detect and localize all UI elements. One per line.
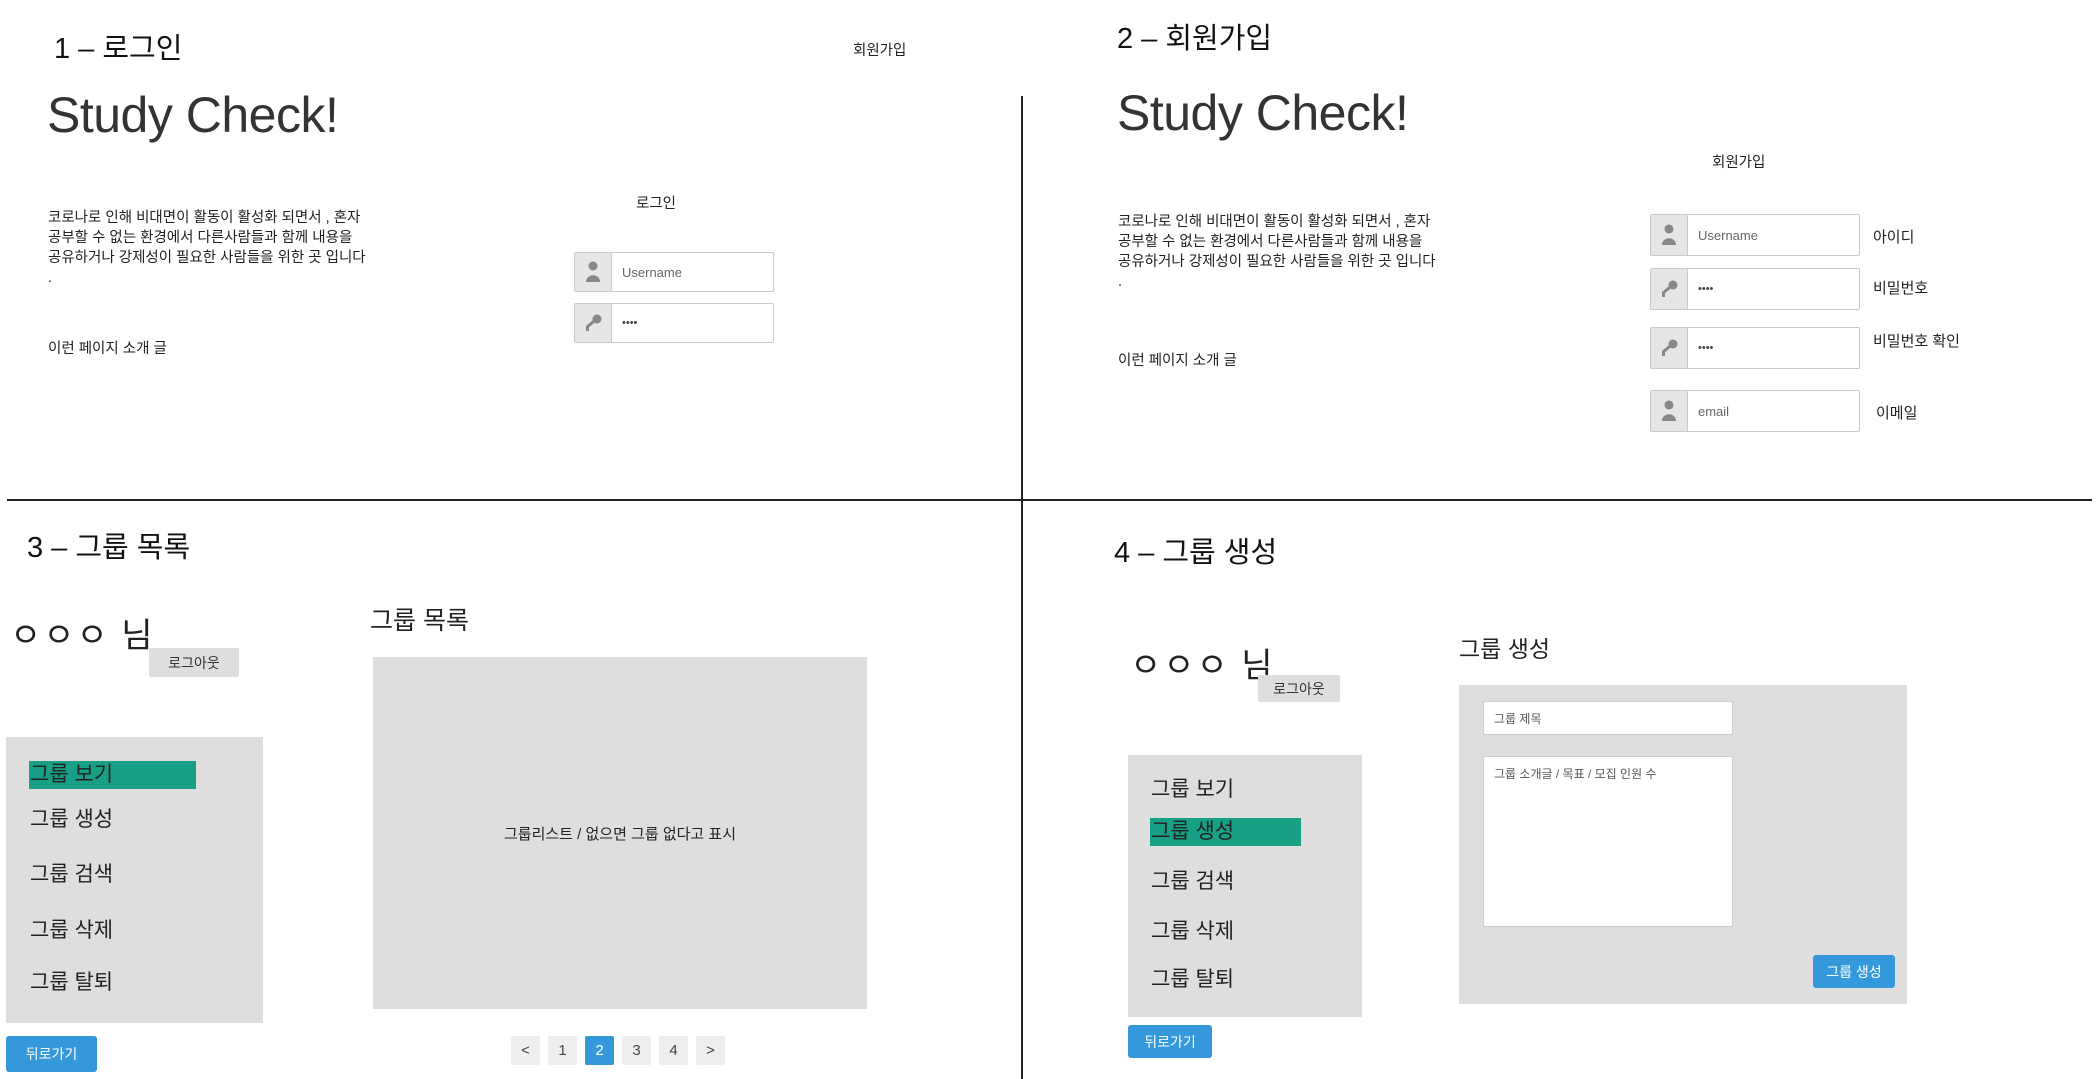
password-confirm-label: 비밀번호 확인 xyxy=(1873,333,1960,350)
password-field[interactable]: •••• xyxy=(574,303,774,343)
signup-password-input[interactable]: •••• xyxy=(1688,269,1713,309)
description-line: 공유하거나 강제성이 필요한 사람들을 위한 곳 입니다 xyxy=(48,250,366,266)
signup-link[interactable]: 회원가입 xyxy=(853,39,906,60)
brand-title: Study Check! xyxy=(47,87,339,143)
description-line: 공부할 수 없는 환경에서 다른사람들과 함께 내용을 xyxy=(48,230,353,246)
page-next-button[interactable]: > xyxy=(696,1036,725,1065)
login-form-title: 로그인 xyxy=(636,196,677,212)
description: 코로나로 인해 비대면이 활동이 활성화 되면서 , 혼자 공부할 수 없는 환… xyxy=(1118,212,1438,292)
menu-leave-group[interactable]: 그룹 탈퇴 xyxy=(29,969,113,997)
menu-view-groups[interactable]: 그룹 보기 xyxy=(29,761,196,789)
key-icon xyxy=(575,304,612,342)
menu-create-group[interactable]: 그룹 생성 xyxy=(1150,818,1301,846)
username-field[interactable]: Username xyxy=(574,252,774,292)
user-greeting: ㅇㅇㅇ 님 xyxy=(1130,647,1275,685)
signup-password-field[interactable]: •••• xyxy=(1650,268,1860,310)
user-icon xyxy=(1651,215,1688,255)
group-list-heading: 그룹 목록 xyxy=(370,607,469,635)
description-line: . xyxy=(48,270,53,286)
menu-view-groups[interactable]: 그룹 보기 xyxy=(1150,776,1234,804)
description-line: 공부할 수 없는 환경에서 다른사람들과 함께 내용을 xyxy=(1118,234,1423,250)
intro-text: 이런 페이지 소개 글 xyxy=(1118,353,1237,369)
password-label: 비밀번호 xyxy=(1873,280,1929,297)
signup-email-field[interactable]: email xyxy=(1650,390,1860,432)
description-line: 공유하거나 강제성이 필요한 사람들을 위한 곳 입니다 xyxy=(1118,254,1436,270)
email-label: 이메일 xyxy=(1876,405,1918,422)
signup-form-title: 회원가입 xyxy=(1712,155,1766,171)
section-title-login: 1 – 로그인 xyxy=(54,33,183,65)
vertical-divider xyxy=(1021,96,1023,1079)
menu-delete-group[interactable]: 그룹 삭제 xyxy=(29,917,113,945)
signup-password-confirm-field[interactable]: •••• xyxy=(1650,327,1860,369)
signup-username-input[interactable]: Username xyxy=(1688,215,1758,255)
username-label: 아이디 xyxy=(1873,229,1915,246)
menu-search-group[interactable]: 그룹 검색 xyxy=(29,861,113,889)
back-button[interactable]: 뒤로가기 xyxy=(6,1036,97,1072)
signup-password-confirm-input[interactable]: •••• xyxy=(1688,328,1713,368)
description: 코로나로 인해 비대면이 활동이 활성화 되면서 , 혼자 공부할 수 없는 환… xyxy=(48,208,368,288)
section-title-group-list: 3 – 그룹 목록 xyxy=(27,532,191,564)
create-group-button[interactable]: 그룹 생성 xyxy=(1813,955,1895,988)
logout-button[interactable]: 로그아웃 xyxy=(1258,675,1340,702)
back-button[interactable]: 뒤로가기 xyxy=(1128,1025,1212,1058)
group-description-textarea[interactable]: 그룹 소개글 / 목표 / 모집 인원 수 xyxy=(1483,756,1733,927)
menu-leave-group[interactable]: 그룹 탈퇴 xyxy=(1150,966,1234,994)
logout-button[interactable]: 로그아웃 xyxy=(149,648,239,677)
description-line: . xyxy=(1118,274,1123,290)
page-prev-button[interactable]: < xyxy=(511,1036,540,1065)
intro-text: 이런 페이지 소개 글 xyxy=(48,341,167,357)
menu-create-group[interactable]: 그룹 생성 xyxy=(29,806,113,834)
menu-delete-group[interactable]: 그룹 삭제 xyxy=(1150,918,1234,946)
group-title-input[interactable]: 그룹 제목 xyxy=(1483,701,1733,735)
description-line: 코로나로 인해 비대면이 활동이 활성화 되면서 , 혼자 xyxy=(1118,214,1431,230)
key-icon xyxy=(1651,328,1688,368)
page-button-current[interactable]: 2 xyxy=(585,1036,614,1065)
section-title-signup: 2 – 회원가입 xyxy=(1117,23,1273,55)
page-button[interactable]: 1 xyxy=(548,1036,577,1065)
user-greeting: ㅇㅇㅇ 님 xyxy=(10,617,155,655)
user-icon xyxy=(1651,391,1688,431)
password-input[interactable]: •••• xyxy=(612,304,637,342)
signup-email-input[interactable]: email xyxy=(1688,391,1729,431)
section-title-group-create: 4 – 그룹 생성 xyxy=(1114,537,1278,569)
page-button[interactable]: 4 xyxy=(659,1036,688,1065)
user-icon xyxy=(575,253,612,291)
group-list-area: 그룹리스트 / 없으면 그룹 없다고 표시 xyxy=(373,657,867,1009)
horizontal-divider xyxy=(7,499,2092,501)
key-icon xyxy=(1651,269,1688,309)
description-line: 코로나로 인해 비대면이 활동이 활성화 되면서 , 혼자 xyxy=(48,210,361,226)
signup-username-field[interactable]: Username xyxy=(1650,214,1860,256)
username-input[interactable]: Username xyxy=(612,253,682,291)
brand-title: Study Check! xyxy=(1117,85,1409,141)
group-create-heading: 그룹 생성 xyxy=(1459,636,1551,662)
menu-search-group[interactable]: 그룹 검색 xyxy=(1150,868,1234,896)
group-list-placeholder: 그룹리스트 / 없으면 그룹 없다고 표시 xyxy=(503,825,736,843)
page-button[interactable]: 3 xyxy=(622,1036,651,1065)
pagination: < 1 2 3 4 > xyxy=(511,1036,725,1065)
